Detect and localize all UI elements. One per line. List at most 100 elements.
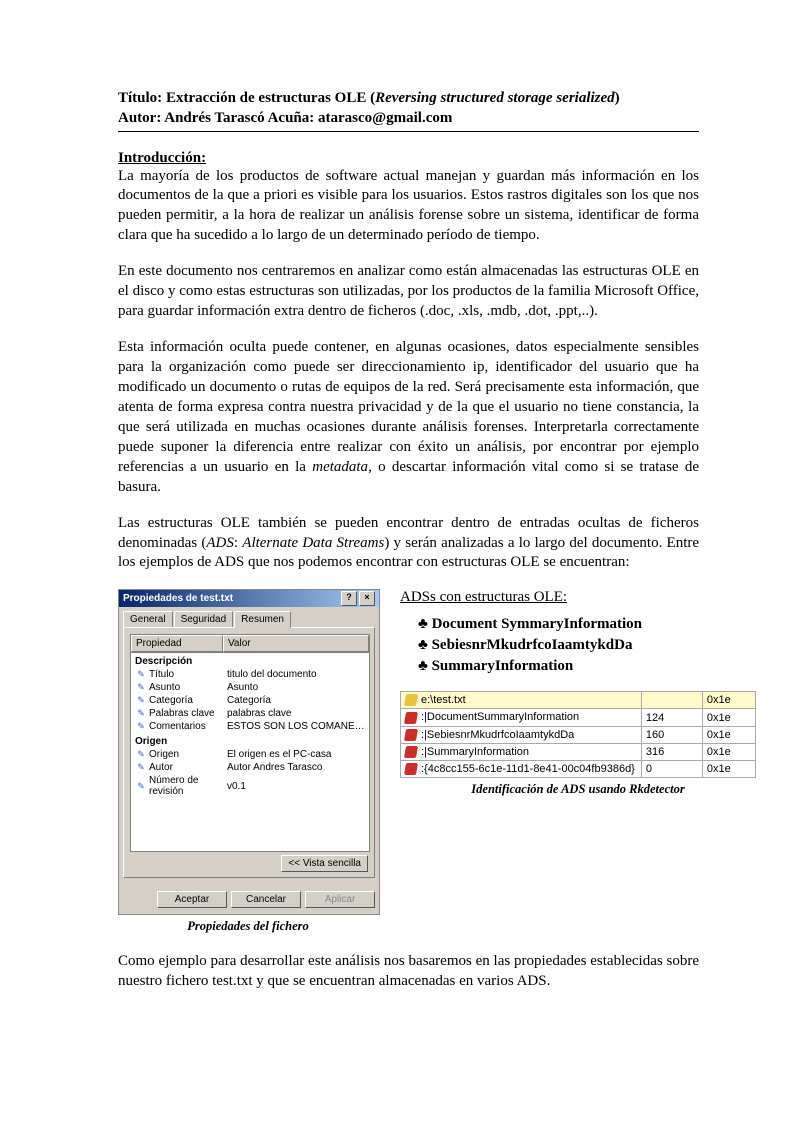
ads-path-cell: :|SebiesnrMkudrfcoIaamtykdDa xyxy=(401,726,642,743)
ads-code-cell: 0x1e xyxy=(702,760,755,777)
stream-icon xyxy=(404,712,418,724)
property-name: Autor xyxy=(149,762,227,773)
title-subtitle: Reversing structured storage serialized xyxy=(375,90,615,106)
ads-code-cell: 0x1e xyxy=(702,743,755,760)
dialog-titlebar[interactable]: Propiedades de test.txt ? × xyxy=(119,590,379,607)
dialog-button-bar: Aceptar Cancelar Aplicar xyxy=(119,885,379,914)
property-value: ESTOS SON LOS COMANETARIOS S... xyxy=(227,721,365,732)
title-line: Título: Extracción de estructuras OLE (R… xyxy=(118,88,699,108)
property-name: Número de revisión xyxy=(149,775,227,797)
property-row[interactable]: ✎Títulotitulo del documento xyxy=(131,668,369,681)
ads-code-cell: 0x1e xyxy=(702,726,755,743)
aplicar-button[interactable]: Aplicar xyxy=(305,891,375,908)
p3-a: Esta información oculta puede contener, … xyxy=(118,339,699,475)
table-row[interactable]: :|SebiesnrMkudrfcoIaamtykdDa1600x1e xyxy=(401,726,756,743)
tab-resumen[interactable]: Resumen xyxy=(234,611,291,628)
tab-seguridad[interactable]: Seguridad xyxy=(174,611,234,628)
property-value: Categoría xyxy=(227,695,365,706)
table-row[interactable]: :{4c8cc155-6c1e-11d1-8e41-00c04fb9386d}0… xyxy=(401,760,756,777)
dialog-caption: Propiedades del fichero xyxy=(118,919,378,934)
property-value: Autor Andres Tarasco xyxy=(227,762,365,773)
property-value: Asunto xyxy=(227,682,365,693)
edit-icon: ✎ xyxy=(135,695,147,706)
p3-em: metadata xyxy=(312,459,368,475)
property-name: Categoría xyxy=(149,695,227,706)
left-column: Propiedades de test.txt ? × General Segu… xyxy=(118,589,378,934)
property-name: Palabras clave xyxy=(149,708,227,719)
property-value: El origen es el PC-casa xyxy=(227,749,365,760)
dialog-title: Propiedades de test.txt xyxy=(123,593,233,604)
tab-row: General Seguridad Resumen xyxy=(119,607,379,628)
property-row[interactable]: ✎ComentariosESTOS SON LOS COMANETARIOS S… xyxy=(131,720,369,733)
paragraph-4: Las estructuras OLE también se pueden en… xyxy=(118,514,699,574)
intro-heading: Introducción: xyxy=(118,150,699,167)
two-column-section: Propiedades de test.txt ? × General Segu… xyxy=(118,589,699,934)
edit-icon: ✎ xyxy=(135,762,147,773)
property-header: Propiedad Valor xyxy=(131,635,369,652)
edit-icon: ✎ xyxy=(135,749,147,760)
stream-icon xyxy=(404,729,418,741)
property-section: Origen xyxy=(131,733,369,748)
ads-size-cell: 316 xyxy=(641,743,702,760)
author-line: Autor: Andrés Tarascó Acuña: atarasco@gm… xyxy=(118,108,699,128)
ads-size-cell: 0 xyxy=(641,760,702,777)
property-name: Origen xyxy=(149,749,227,760)
ads-path-cell: :|DocumentSummaryInformation xyxy=(401,709,642,726)
paragraph-2: En este documento nos centraremos en ana… xyxy=(118,262,699,322)
ads-size-cell: 160 xyxy=(641,726,702,743)
table-row[interactable]: e:\test.txt0x1e xyxy=(401,692,756,709)
property-value: palabras clave xyxy=(227,708,365,719)
property-value: v0.1 xyxy=(227,781,365,792)
aceptar-button[interactable]: Aceptar xyxy=(157,891,227,908)
section-name: Origen xyxy=(135,736,213,747)
document-page: Título: Extracción de estructuras OLE (R… xyxy=(0,0,793,1068)
right-column: ADSs con estructuras OLE: ♣ Document Sym… xyxy=(400,589,756,796)
paragraph-1: La mayoría de los productos de software … xyxy=(118,167,699,247)
tab-body: Propiedad Valor Descripción✎Títulotitulo… xyxy=(123,627,375,878)
close-button[interactable]: × xyxy=(359,591,375,606)
title-label: Título: xyxy=(118,90,166,106)
p4-em2: Alternate Data Streams xyxy=(242,535,384,551)
ads-path-cell: :{4c8cc155-6c1e-11d1-8e41-00c04fb9386d} xyxy=(401,760,642,777)
ads-item: ♣ SebiesnrMkudrfcoIaamtykdDa xyxy=(418,635,756,656)
property-row[interactable]: ✎AsuntoAsunto xyxy=(131,681,369,694)
ads-size-cell: 124 xyxy=(641,709,702,726)
property-name: Título xyxy=(149,669,227,680)
edit-icon: ✎ xyxy=(135,781,147,792)
file-icon xyxy=(404,694,418,706)
tab-general[interactable]: General xyxy=(123,611,173,628)
title-main: Extracción de estructuras OLE ( xyxy=(166,90,375,106)
help-button[interactable]: ? xyxy=(341,591,357,606)
ads-path-cell: :|SummaryInformation xyxy=(401,743,642,760)
edit-icon: ✎ xyxy=(135,669,147,680)
stream-icon xyxy=(404,763,418,775)
vista-sencilla-button[interactable]: << Vista sencilla xyxy=(281,855,368,872)
property-value: titulo del documento xyxy=(227,669,365,680)
property-table: Propiedad Valor Descripción✎Títulotitulo… xyxy=(130,634,370,852)
cancelar-button[interactable]: Cancelar xyxy=(231,891,301,908)
ads-item: ♣ Document SymmaryInformation xyxy=(418,614,756,635)
p4-em1: ADS xyxy=(206,535,234,551)
property-row[interactable]: ✎AutorAutor Andres Tarasco xyxy=(131,761,369,774)
section-name: Descripción xyxy=(135,656,213,667)
property-row[interactable]: ✎CategoríaCategoría xyxy=(131,694,369,707)
property-body[interactable]: Descripción✎Títulotitulo del documento✎A… xyxy=(131,652,369,851)
table-row[interactable]: :|SummaryInformation3160x1e xyxy=(401,743,756,760)
col-header-value[interactable]: Valor xyxy=(223,635,369,652)
property-row[interactable]: ✎OrigenEl origen es el PC-casa xyxy=(131,748,369,761)
rkdetector-caption: Identificación de ADS usando Rkdetector xyxy=(400,782,756,797)
ads-code-cell: 0x1e xyxy=(702,692,755,709)
property-name: Comentarios xyxy=(149,721,227,732)
property-row[interactable]: ✎Palabras clavepalabras clave xyxy=(131,707,369,720)
property-section: Descripción xyxy=(131,653,369,668)
table-row[interactable]: :|DocumentSummaryInformation1240x1e xyxy=(401,709,756,726)
property-name: Asunto xyxy=(149,682,227,693)
paragraph-5: Como ejemplo para desarrollar este análi… xyxy=(118,952,699,992)
ads-size-cell xyxy=(641,692,702,709)
paragraph-3: Esta información oculta puede contener, … xyxy=(118,338,699,498)
property-row[interactable]: ✎Número de revisiónv0.1 xyxy=(131,774,369,798)
edit-icon: ✎ xyxy=(135,721,147,732)
rkdetector-table: e:\test.txt0x1e:|DocumentSummaryInformat… xyxy=(400,691,756,777)
ads-item: ♣ SummaryInformation xyxy=(418,656,756,677)
col-header-property[interactable]: Propiedad xyxy=(131,635,223,652)
